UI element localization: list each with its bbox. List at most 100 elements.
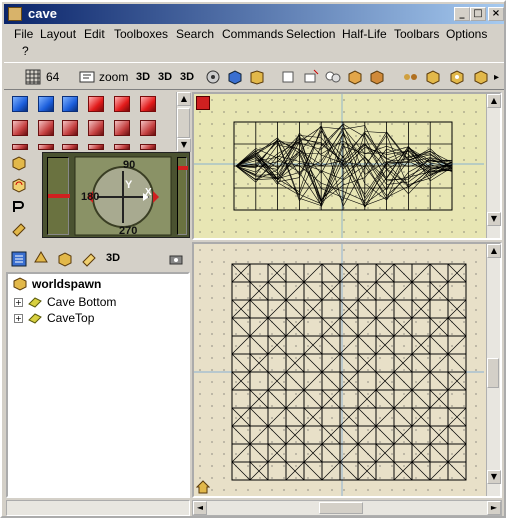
brush-icon[interactable] [88,96,104,112]
scroll-down-arrow[interactable]: ▼ [177,138,191,152]
grid-dot [235,135,237,137]
brush-icon[interactable] [140,144,156,150]
brush-icon[interactable] [88,120,104,136]
title-bar[interactable]: cave _ □ × [4,4,504,24]
scroll-left-arrow[interactable]: ◄ [193,501,207,515]
brush-icon[interactable] [114,144,130,150]
tree-root[interactable]: worldspawn [12,276,101,292]
cube-icon[interactable] [56,250,74,268]
scrollbar-thumb[interactable] [487,358,499,388]
entity-icon[interactable] [32,250,50,268]
height-slider[interactable] [47,157,70,235]
scroll-up-arrow[interactable]: ▲ [487,244,501,258]
menu-toolboxes[interactable]: Toolboxes [114,27,168,41]
expand-icon[interactable]: + [14,313,23,323]
camera-icon[interactable] [168,250,186,268]
grid-size-button[interactable]: 64 [24,67,59,87]
texture-button[interactable] [204,67,222,87]
menu-selection[interactable]: Selection [286,27,335,41]
brush-icon[interactable] [38,120,54,136]
scrollbar-thumb[interactable] [319,502,363,514]
home-icon[interactable] [196,480,210,494]
cube-tool-icon[interactable] [10,154,28,172]
view-3d-button-a[interactable]: 3D [136,67,150,87]
grid-dot [355,429,357,431]
side-view-scrollbar[interactable]: ▲ ▼ [486,244,501,496]
menu-options[interactable]: Options [446,27,487,41]
brush-list-icon[interactable] [10,250,28,268]
tool-button-9[interactable] [472,67,490,87]
menu-search[interactable]: Search [176,27,214,41]
brush-icon[interactable] [140,96,156,112]
menu-help[interactable]: ? [22,44,29,58]
face-icon[interactable] [80,250,98,268]
grid-dot [271,273,273,275]
menu-half-life[interactable]: Half-Life [342,27,387,41]
toolbar-more-arrow[interactable]: ▸ [494,67,499,87]
tree-item[interactable]: + Cave Bottom [14,294,116,310]
entity-button[interactable] [226,67,244,87]
scroll-up-arrow[interactable]: ▲ [177,92,191,106]
brush-icon[interactable] [62,144,78,150]
palette-scrollbar[interactable]: ▲ ▼ [176,92,191,152]
grid-dot [211,99,213,101]
tool-button-4[interactable] [346,67,364,87]
tool-button-2[interactable] [302,67,320,87]
tool-button-5[interactable] [368,67,386,87]
face-tool-icon[interactable] [10,220,28,238]
grid-dot [235,261,237,263]
tree-item[interactable]: + CaveTop [14,310,94,326]
tool-button-6[interactable] [402,67,420,87]
texture-browser-button[interactable] [248,67,266,87]
minimize-button[interactable]: _ [454,7,470,21]
side-viewport[interactable]: ▲ ▼ [192,242,502,498]
brush-icon[interactable] [62,96,78,112]
close-button[interactable]: × [488,7,504,21]
menu-layout[interactable]: Layout [40,27,76,41]
scrollbar-thumb[interactable] [177,108,190,138]
view-corner-marker[interactable] [196,96,210,110]
brush-icon[interactable] [38,144,54,150]
scroll-down-arrow[interactable]: ▼ [487,212,501,226]
roll-slider[interactable] [177,157,188,235]
brush-diagonal [267,407,287,427]
top-viewport[interactable]: ▲ ▼ [192,92,502,240]
rotate-tool-icon[interactable] [10,176,28,194]
menu-commands[interactable]: Commands [222,27,283,41]
menu-toolbars[interactable]: Toolbars [394,27,439,41]
zoom-button[interactable]: zoom [78,67,128,87]
scroll-up-arrow[interactable]: ▲ [487,94,501,108]
brush-icon[interactable] [88,144,104,150]
top-view-scrollbar[interactable]: ▲ ▼ [486,94,501,238]
brush-icon[interactable] [12,96,28,112]
brush-icon[interactable] [62,120,78,136]
brush-icon[interactable] [38,96,54,112]
horizontal-scrollbar[interactable]: ◄ ► [192,500,502,516]
scroll-right-arrow[interactable]: ► [487,501,501,515]
expand-icon[interactable]: + [14,297,23,307]
tool-button-7[interactable] [424,67,442,87]
menu-edit[interactable]: Edit [84,27,105,41]
brush-icon[interactable] [140,120,156,136]
grid-dot [331,231,333,233]
view-3d-tab[interactable]: 3D [106,252,120,264]
grid-dot [403,285,405,287]
maximize-button[interactable]: □ [470,7,486,21]
brush-icon[interactable] [114,120,130,136]
tool-button-8[interactable] [448,67,466,87]
side-view-canvas[interactable] [194,244,500,496]
brush-icon[interactable] [114,96,130,112]
brush-icon[interactable] [12,120,28,136]
path-tool-icon[interactable] [10,198,28,216]
view-3d-button-c[interactable]: 3D [180,67,194,87]
compass-widget[interactable]: 90 180 270 Y X [42,152,190,238]
menu-file[interactable]: File [14,27,33,41]
tool-button-1[interactable] [280,67,298,87]
grid-dot [427,123,429,125]
scroll-down-arrow[interactable]: ▼ [487,470,501,484]
brush-diagonal [357,317,377,337]
view-3d-button-b[interactable]: 3D [158,67,172,87]
top-view-canvas[interactable] [194,94,500,238]
brush-icon[interactable] [12,144,28,150]
tool-button-3[interactable] [324,67,342,87]
